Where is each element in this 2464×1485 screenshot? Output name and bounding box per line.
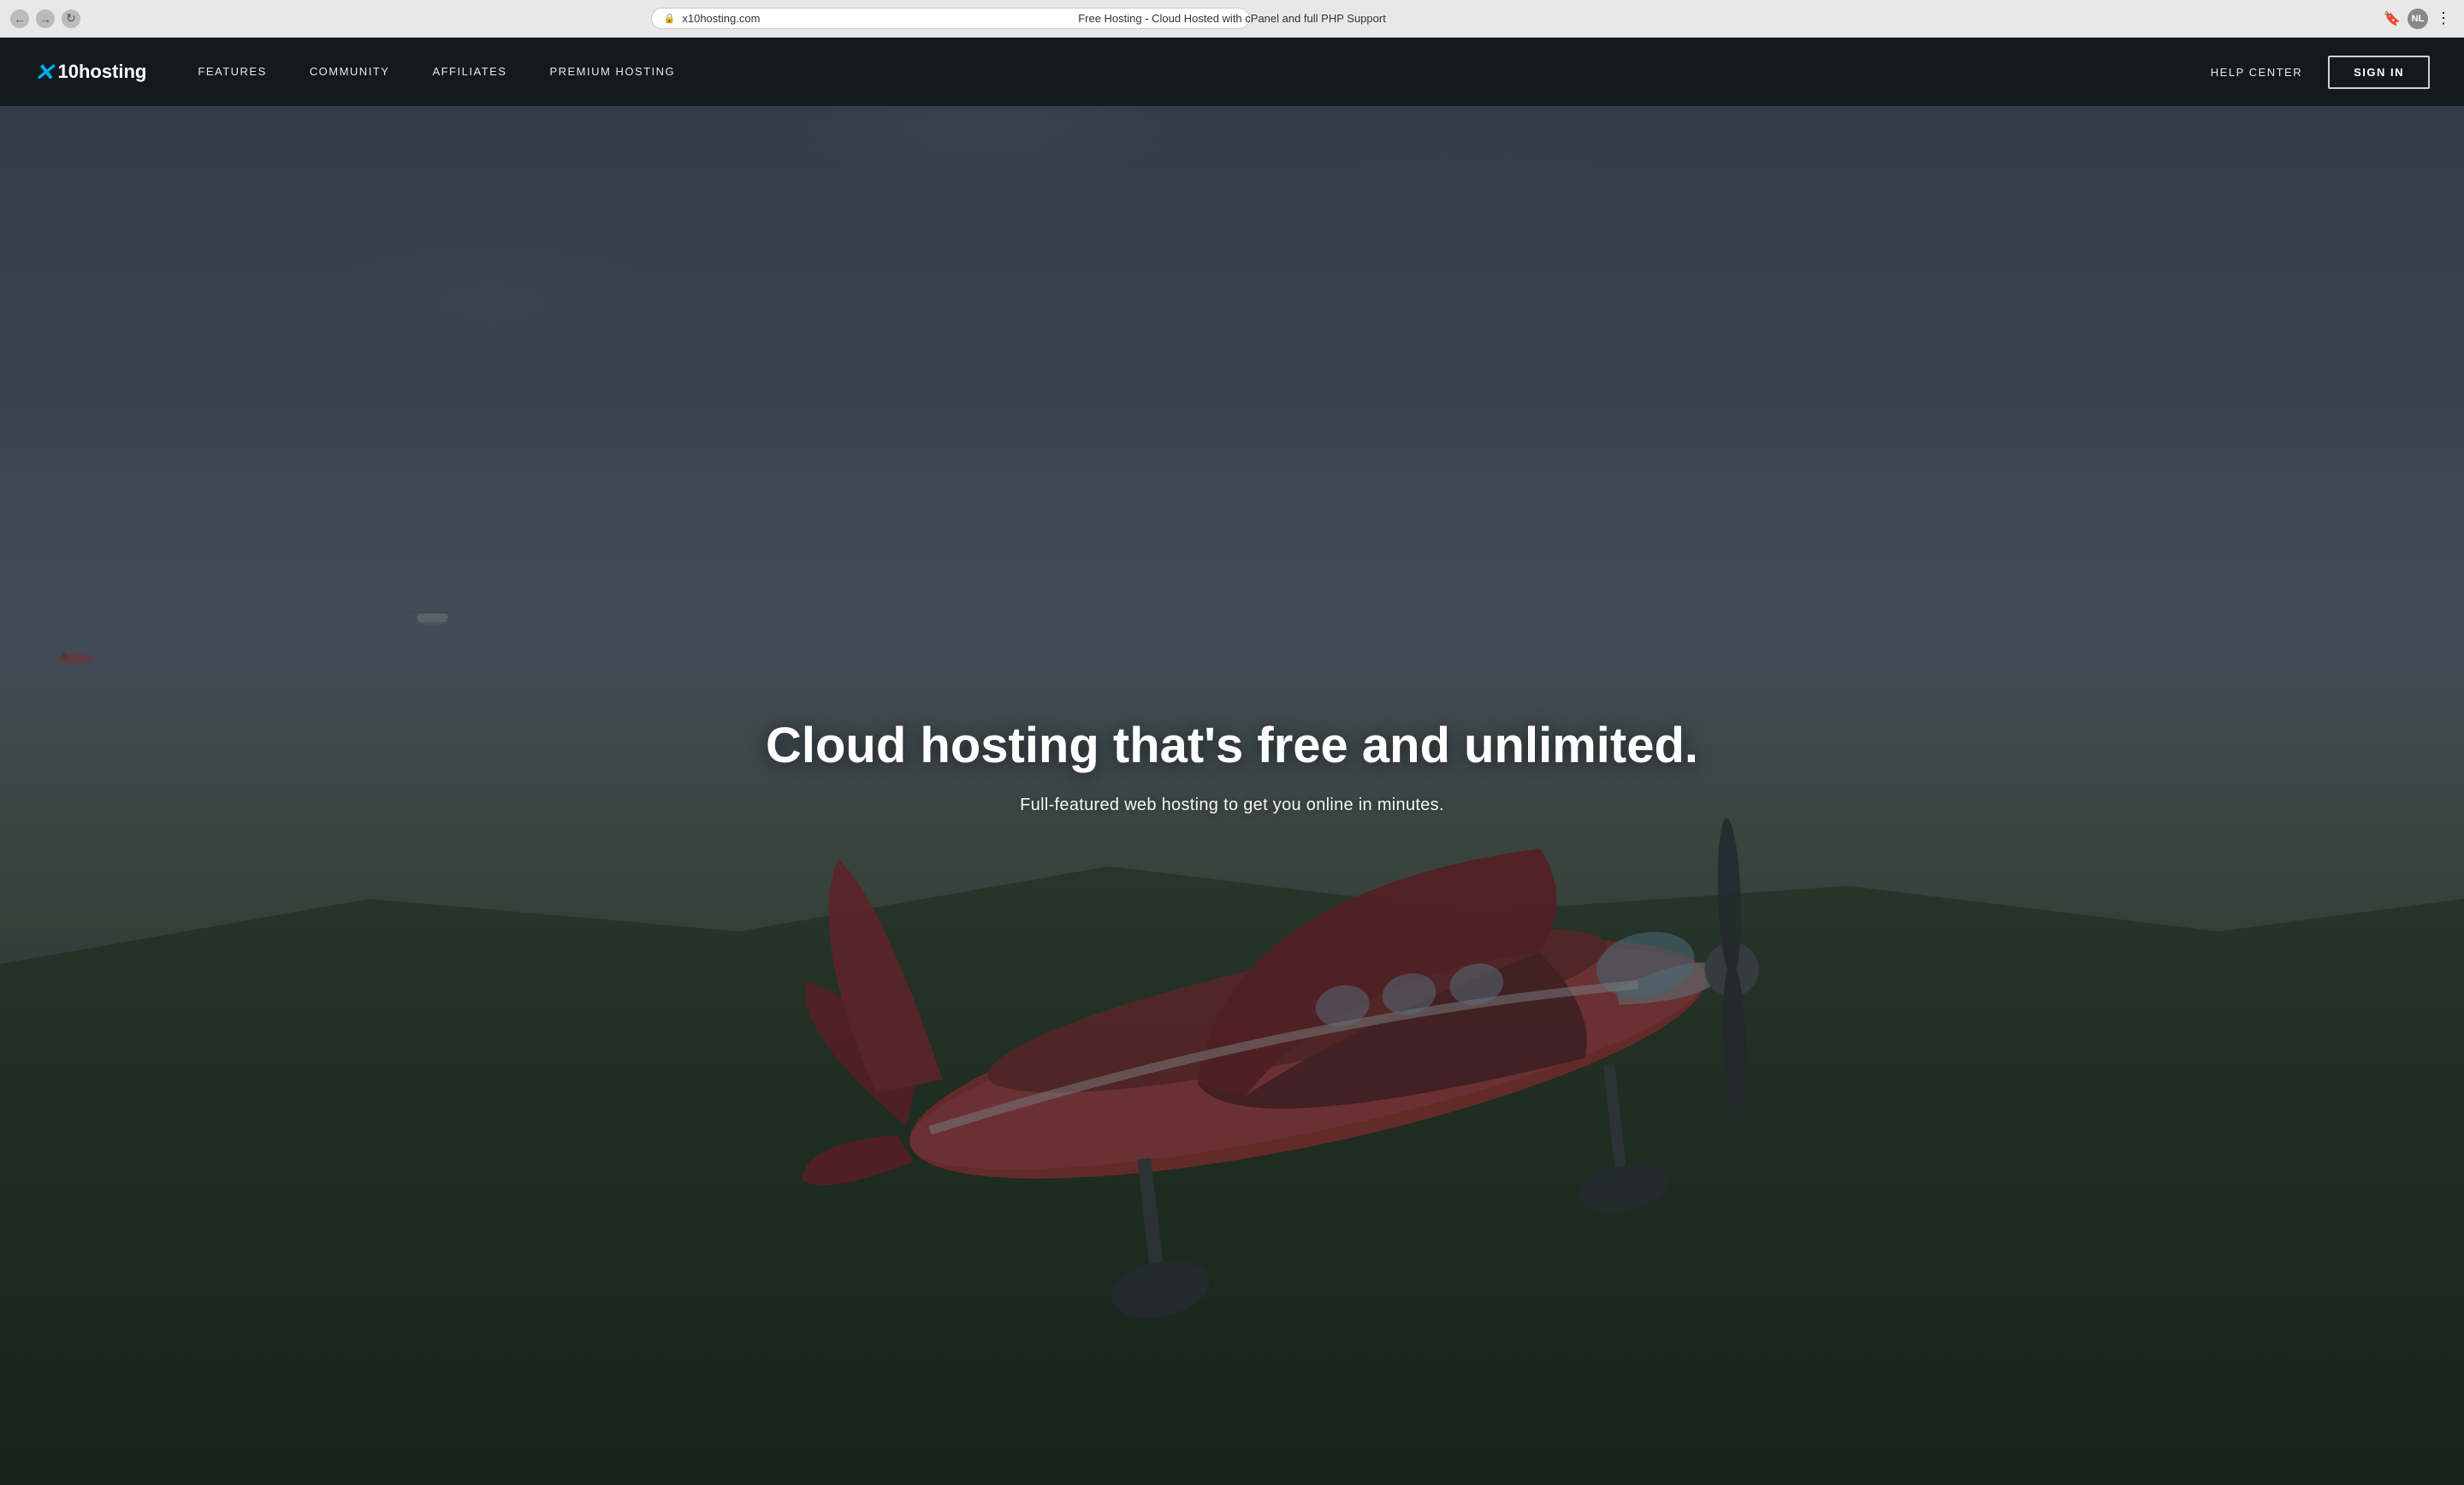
nav-links: FEATURES COMMUNITY AFFILIATES PREMIUM HO… (198, 64, 2210, 80)
browser-chrome: ← → ↻ 🔒 x10hosting.com Free Hosting - Cl… (0, 0, 2464, 38)
logo[interactable]: ✕ 10hosting (34, 58, 146, 86)
menu-icon[interactable]: ⋮ (2433, 9, 2454, 29)
navbar: ✕ 10hosting FEATURES COMMUNITY AFFILIATE… (0, 38, 2464, 106)
nav-right: HELP CENTER SIGN IN (2211, 56, 2430, 89)
website: ✕ 10hosting FEATURES COMMUNITY AFFILIATE… (0, 38, 2464, 1485)
lock-icon: 🔒 (664, 13, 676, 24)
refresh-button[interactable]: ↻ (62, 9, 80, 28)
browser-controls: ← → ↻ (10, 9, 80, 28)
nav-item-affiliates[interactable]: AFFILIATES (432, 64, 506, 80)
affiliates-link[interactable]: AFFILIATES (432, 65, 506, 78)
sign-in-button[interactable]: SIGN IN (2328, 56, 2430, 89)
tab-title: Free Hosting - Cloud Hosted with cPanel … (1078, 12, 1386, 25)
forward-button[interactable]: → (36, 9, 55, 28)
hero-content: Cloud hosting that's free and unlimited.… (246, 718, 2218, 815)
bookmark-icon[interactable]: 🔖 (2382, 9, 2402, 29)
browser-actions: 🔖 NL ⋮ (2382, 9, 2454, 29)
help-center-link[interactable]: HELP CENTER (2211, 66, 2302, 79)
hero-title: Cloud hosting that's free and unlimited. (246, 718, 2218, 775)
logo-x-icon: ✕ (34, 58, 54, 86)
extensions-icon[interactable]: NL (2408, 9, 2428, 29)
nav-item-community[interactable]: COMMUNITY (310, 64, 390, 80)
features-link[interactable]: FEATURES (198, 65, 266, 78)
logo-text: 10hosting (57, 61, 146, 83)
community-link[interactable]: COMMUNITY (310, 65, 390, 78)
nav-item-features[interactable]: FEATURES (198, 64, 266, 80)
back-button[interactable]: ← (10, 9, 29, 28)
premium-hosting-link[interactable]: PREMIUM HOSTING (549, 65, 675, 78)
hero-subtitle: Full-featured web hosting to get you onl… (246, 796, 2218, 815)
nav-item-premium-hosting[interactable]: PREMIUM HOSTING (549, 64, 675, 80)
